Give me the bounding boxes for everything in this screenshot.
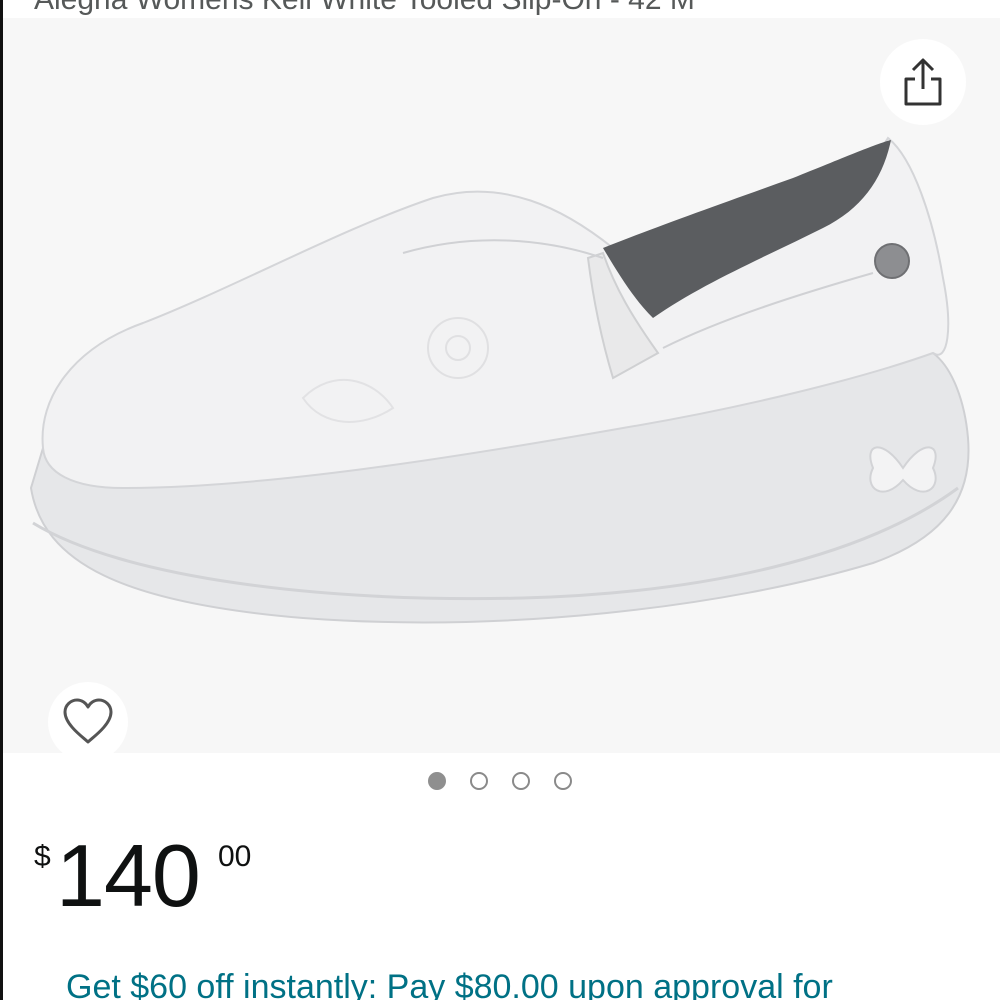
promo-offer-link[interactable]: Get $60 off instantly: Pay $80.00 upon a… — [66, 968, 833, 1000]
heart-icon — [63, 698, 113, 744]
price-currency-symbol: $ — [34, 840, 51, 873]
favorite-button[interactable] — [48, 682, 128, 762]
price-whole: 140 — [56, 826, 201, 925]
share-button[interactable] — [880, 39, 966, 125]
window-edge — [0, 0, 3, 1000]
product-title: Alegria Womens Keli White Tooled Slip-On… — [34, 0, 695, 18]
product-image-carousel[interactable] — [3, 18, 1000, 762]
share-icon — [904, 58, 942, 106]
carousel-dot-3[interactable] — [512, 772, 530, 790]
product-image — [29, 136, 970, 624]
carousel-dot-4[interactable] — [554, 772, 572, 790]
carousel-indicators — [0, 772, 1000, 796]
carousel-dot-2[interactable] — [470, 772, 488, 790]
carousel-dot-1[interactable] — [428, 772, 446, 790]
product-page: Alegria Womens Keli White Tooled Slip-On… — [0, 0, 1000, 1000]
price-fraction: 00 — [218, 840, 252, 873]
